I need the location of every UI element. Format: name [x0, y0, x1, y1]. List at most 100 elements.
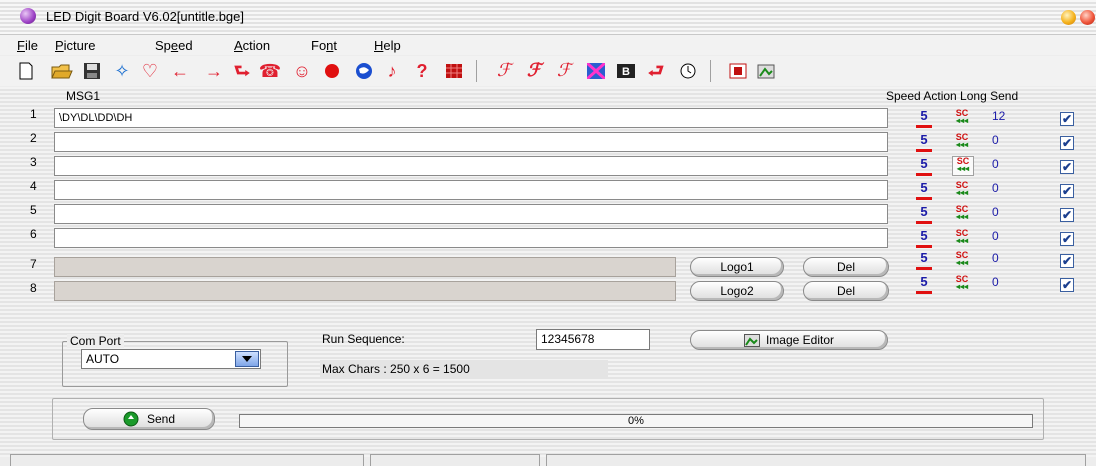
- long-value[interactable]: 0: [992, 205, 999, 219]
- reverse-icon[interactable]: ⮐: [644, 59, 668, 83]
- pattern-icon[interactable]: [584, 59, 608, 83]
- send-checkbox[interactable]: ✔: [1060, 136, 1074, 150]
- font-script-2-icon[interactable]: ℱ: [522, 59, 546, 83]
- main-panel: MSG1 Speed Action Long Send 1 \DY\DL\DD\…: [0, 87, 1096, 457]
- run-sequence-label: Run Sequence:: [322, 332, 405, 346]
- speed-icon[interactable]: 5: [916, 133, 932, 152]
- send-checkbox[interactable]: ✔: [1060, 208, 1074, 222]
- menu-speed[interactable]: Speed: [155, 38, 193, 53]
- menu-action[interactable]: Action: [234, 38, 270, 53]
- toolbar: ✧ ♡ ← → ⮑ ☎ ☺ ♪ ? ℱ ℱ ℱ B ⮐: [0, 56, 1096, 86]
- logo1-button[interactable]: Logo1: [690, 257, 784, 277]
- image-editor-icon: [743, 333, 760, 347]
- send-checkbox[interactable]: ✔: [1060, 254, 1074, 268]
- message-input[interactable]: [54, 180, 888, 200]
- new-file-icon[interactable]: [14, 59, 38, 83]
- com-port-title: Com Port: [67, 334, 124, 348]
- save-disk-icon[interactable]: [80, 59, 104, 83]
- status-panel-2: [370, 454, 540, 466]
- close-button[interactable]: [1080, 10, 1095, 25]
- action-icon[interactable]: SC ◂◂◂: [952, 275, 972, 293]
- speed-icon[interactable]: 5: [916, 229, 932, 248]
- image-editor-icon[interactable]: [754, 59, 778, 83]
- question-icon[interactable]: ?: [410, 59, 434, 83]
- bold-icon[interactable]: B: [614, 59, 638, 83]
- image-editor-button[interactable]: Image Editor: [690, 330, 888, 350]
- heart-icon[interactable]: ♡: [138, 59, 162, 83]
- message-input[interactable]: [54, 204, 888, 224]
- speed-icon[interactable]: 5: [916, 109, 932, 128]
- send-icon: [123, 411, 139, 427]
- action-icon[interactable]: SC ◂◂◂: [952, 156, 974, 176]
- long-value[interactable]: 0: [992, 181, 999, 195]
- toolbar-separator: [710, 60, 711, 82]
- menu-font[interactable]: Font: [311, 38, 337, 53]
- font-script-3-icon[interactable]: ℱ: [552, 59, 576, 83]
- send-checkbox[interactable]: ✔: [1060, 278, 1074, 292]
- status-panel-1: [10, 454, 364, 466]
- music-note-icon[interactable]: ♪: [380, 59, 404, 83]
- speed-icon[interactable]: 5: [916, 181, 932, 200]
- send-checkbox[interactable]: ✔: [1060, 112, 1074, 126]
- font-script-1-icon[interactable]: ℱ: [492, 59, 516, 83]
- com-port-group: Com Port AUTO: [62, 334, 288, 387]
- menu-file[interactable]: File: [17, 38, 38, 53]
- message-input[interactable]: [54, 132, 888, 152]
- status-panel-3: [546, 454, 1086, 466]
- message-input[interactable]: [54, 156, 888, 176]
- red-circle-icon[interactable]: [320, 59, 344, 83]
- speed-icon[interactable]: 5: [916, 205, 932, 224]
- row-number: 6: [30, 227, 37, 241]
- send-checkbox[interactable]: ✔: [1060, 232, 1074, 246]
- title-bar: LED Digit Board V6.02[untitle.bge]: [0, 0, 1096, 35]
- enter-icon[interactable]: ⮑: [230, 59, 254, 83]
- long-value[interactable]: 0: [992, 229, 999, 243]
- send-button[interactable]: Send: [83, 408, 215, 430]
- message-input[interactable]: \DY\DL\DD\DH: [54, 108, 888, 128]
- del-button-2[interactable]: Del: [803, 281, 889, 301]
- speed-icon[interactable]: 5: [916, 157, 932, 176]
- move-arrows-icon[interactable]: ✧: [110, 59, 134, 83]
- row-number: 3: [30, 155, 37, 169]
- del-button-1[interactable]: Del: [803, 257, 889, 277]
- open-folder-icon[interactable]: [50, 59, 74, 83]
- long-value[interactable]: 0: [992, 157, 999, 171]
- row-number: 4: [30, 179, 37, 193]
- long-value[interactable]: 0: [992, 251, 999, 265]
- toolbar-separator: [476, 60, 477, 82]
- action-icon[interactable]: SC ◂◂◂: [952, 229, 972, 247]
- menu-help[interactable]: Help: [374, 38, 401, 53]
- long-value[interactable]: 0: [992, 133, 999, 147]
- logo2-button[interactable]: Logo2: [690, 281, 784, 301]
- clock-icon[interactable]: [676, 59, 700, 83]
- column-headers: Speed Action Long Send: [886, 89, 1019, 103]
- send-checkbox[interactable]: ✔: [1060, 184, 1074, 198]
- phone-icon[interactable]: ☎: [258, 59, 282, 83]
- globe-icon[interactable]: [352, 59, 376, 83]
- run-sequence-input[interactable]: 12345678: [536, 329, 650, 350]
- screen-icon[interactable]: [726, 59, 750, 83]
- arrow-left-icon[interactable]: ←: [168, 59, 192, 83]
- action-icon[interactable]: SC ◂◂◂: [952, 109, 972, 127]
- minimize-button[interactable]: [1061, 10, 1076, 25]
- com-port-select[interactable]: AUTO: [81, 349, 261, 369]
- message-input[interactable]: [54, 228, 888, 248]
- long-value[interactable]: 12: [992, 109, 1005, 123]
- chevron-down-icon[interactable]: [235, 351, 259, 367]
- smiley-icon[interactable]: ☺: [290, 59, 314, 83]
- app-icon: [20, 8, 36, 24]
- grid-icon[interactable]: [442, 59, 466, 83]
- send-group: Send 0%: [52, 398, 1044, 440]
- row-number: 7: [30, 257, 37, 271]
- action-icon[interactable]: SC ◂◂◂: [952, 133, 972, 151]
- action-icon[interactable]: SC ◂◂◂: [952, 205, 972, 223]
- long-value[interactable]: 0: [992, 275, 999, 289]
- menu-picture[interactable]: Picture: [55, 38, 95, 53]
- row-number: 1: [30, 107, 37, 121]
- action-icon[interactable]: SC ◂◂◂: [952, 251, 972, 269]
- action-icon[interactable]: SC ◂◂◂: [952, 181, 972, 199]
- speed-icon[interactable]: 5: [916, 275, 932, 294]
- arrow-right-icon[interactable]: →: [202, 59, 226, 83]
- send-checkbox[interactable]: ✔: [1060, 160, 1074, 174]
- speed-icon[interactable]: 5: [916, 251, 932, 270]
